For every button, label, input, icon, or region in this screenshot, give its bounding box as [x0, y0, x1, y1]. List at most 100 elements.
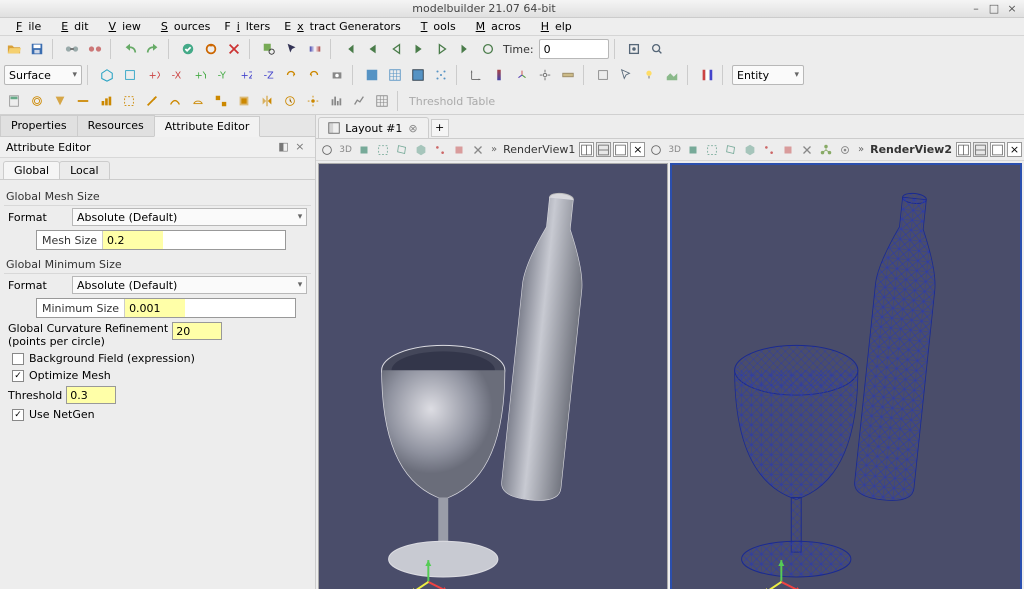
zoom-selection-icon[interactable] — [647, 39, 667, 59]
vp1-poly-icon[interactable] — [394, 141, 411, 158]
adjust-camera-icon[interactable] — [327, 65, 347, 85]
toggle-ruler-icon[interactable] — [558, 65, 578, 85]
vp2-poly-icon[interactable] — [723, 141, 740, 158]
vp1-expand-icon[interactable]: » — [489, 144, 499, 155]
vp2-render-icon[interactable] — [647, 141, 664, 158]
vp2-opts-icon[interactable] — [837, 141, 854, 158]
threshold-icon[interactable] — [96, 91, 116, 111]
curvature-input[interactable] — [172, 322, 222, 340]
spreadsheet-icon[interactable] — [372, 91, 392, 111]
vp1-rubber-icon[interactable] — [375, 141, 392, 158]
vp2-cells-icon[interactable] — [780, 141, 797, 158]
reset-camera-icon[interactable] — [97, 65, 117, 85]
points-icon[interactable] — [431, 65, 451, 85]
slice-icon[interactable] — [73, 91, 93, 111]
vp2-points-icon[interactable] — [761, 141, 778, 158]
background-icon[interactable] — [662, 65, 682, 85]
reset-icon[interactable] — [201, 39, 221, 59]
stream-icon[interactable] — [165, 91, 185, 111]
netgen-checkbox[interactable]: ✓ — [12, 409, 24, 421]
maximize-button[interactable]: □ — [986, 2, 1002, 16]
toggle-orientation-icon[interactable] — [512, 65, 532, 85]
temporal-icon[interactable] — [280, 91, 300, 111]
undo-icon[interactable] — [120, 39, 140, 59]
toggle-interact-icon[interactable] — [616, 65, 636, 85]
calc-icon[interactable] — [4, 91, 24, 111]
select-icon[interactable] — [282, 39, 302, 59]
vp2-max-icon[interactable] — [990, 142, 1005, 157]
vp1-close-icon[interactable]: × — [630, 142, 645, 157]
menu-sources[interactable]: Sources — [149, 19, 217, 34]
vp2-block-icon[interactable] — [742, 141, 759, 158]
subtab-global[interactable]: Global — [3, 161, 60, 179]
connect-icon[interactable] — [62, 39, 82, 59]
tab-attribute-editor[interactable]: Attribute Editor — [154, 116, 261, 137]
disconnect-icon[interactable] — [85, 39, 105, 59]
vp2-tree-icon[interactable] — [818, 141, 835, 158]
entity-select[interactable]: Entity — [732, 65, 804, 85]
vp2-split-v-icon[interactable] — [973, 142, 988, 157]
menu-file[interactable]: File — [4, 19, 47, 34]
vp1-cells-icon[interactable] — [451, 141, 468, 158]
probe-icon[interactable] — [303, 91, 323, 111]
representation-select[interactable]: Surface — [4, 65, 82, 85]
vp1-split-h-icon[interactable] — [579, 142, 594, 157]
apply-icon[interactable] — [178, 39, 198, 59]
open-icon[interactable] — [4, 39, 24, 59]
min-size-input[interactable] — [125, 299, 185, 317]
add-layout-button[interactable]: + — [431, 119, 449, 137]
mesh-size-format-select[interactable]: Absolute (Default) — [72, 208, 307, 226]
render-view-2[interactable] — [670, 163, 1022, 589]
bg-field-checkbox[interactable] — [12, 353, 24, 365]
extract-icon[interactable] — [119, 91, 139, 111]
minimize-button[interactable]: – — [968, 2, 984, 16]
menu-edit[interactable]: Edit — [49, 19, 94, 34]
vp1-split-v-icon[interactable] — [596, 142, 611, 157]
menu-help[interactable]: Help — [529, 19, 578, 34]
vp1-block-icon[interactable] — [413, 141, 430, 158]
lights-icon[interactable] — [639, 65, 659, 85]
find-data-icon[interactable] — [259, 39, 279, 59]
menu-extract-generators[interactable]: Extract Generators — [278, 19, 407, 34]
optimize-checkbox[interactable]: ✓ — [12, 370, 24, 382]
contour-icon[interactable] — [27, 91, 47, 111]
netgen-row[interactable]: ✓ Use NetGen — [4, 406, 311, 423]
reflect-icon[interactable] — [257, 91, 277, 111]
vp2-clear-icon[interactable] — [799, 141, 816, 158]
vp1-render-icon[interactable] — [318, 141, 335, 158]
menu-filters[interactable]: Filters — [218, 19, 276, 34]
toggle-center-icon[interactable] — [535, 65, 555, 85]
group-icon[interactable] — [211, 91, 231, 111]
float-panel-icon[interactable]: ◧ — [278, 140, 292, 154]
prev-frame-icon[interactable] — [363, 39, 383, 59]
bg-field-row[interactable]: Background Field (expression) — [4, 350, 311, 367]
tab-properties[interactable]: Properties — [0, 115, 78, 136]
optimize-row[interactable]: ✓ Optimize Mesh — [4, 367, 311, 384]
plot-data-icon[interactable] — [349, 91, 369, 111]
save-icon[interactable] — [27, 39, 47, 59]
mesh-size-input[interactable] — [103, 231, 163, 249]
zoom-to-box-icon[interactable] — [120, 65, 140, 85]
play-icon[interactable] — [409, 39, 429, 59]
rotate-neg90-icon[interactable] — [304, 65, 324, 85]
min-size-format-select[interactable]: Absolute (Default) — [72, 276, 307, 294]
plus-z-icon[interactable]: +Z — [235, 65, 255, 85]
time-input[interactable] — [539, 39, 609, 59]
layout-tab-1[interactable]: Layout #1 ⊗ — [318, 117, 428, 138]
tab-resources[interactable]: Resources — [77, 115, 155, 136]
plus-y-icon[interactable]: +Y — [189, 65, 209, 85]
minus-y-icon[interactable]: -Y — [212, 65, 232, 85]
solid-color-icon[interactable] — [362, 65, 382, 85]
vp1-max-icon[interactable] — [613, 142, 628, 157]
vp2-rubber-icon[interactable] — [704, 141, 721, 158]
toggle-parallel-icon[interactable] — [593, 65, 613, 85]
color-map-icon[interactable] — [305, 39, 325, 59]
close-layout-icon[interactable]: ⊗ — [406, 122, 419, 135]
toggle-color-legend-icon[interactable] — [489, 65, 509, 85]
extract-selection-icon[interactable] — [234, 91, 254, 111]
histogram-icon[interactable] — [326, 91, 346, 111]
vp1-points-icon[interactable] — [432, 141, 449, 158]
minus-x-icon[interactable]: -X — [166, 65, 186, 85]
vp2-expand-icon[interactable]: » — [856, 144, 866, 155]
menu-tools[interactable]: Tools — [409, 19, 462, 34]
